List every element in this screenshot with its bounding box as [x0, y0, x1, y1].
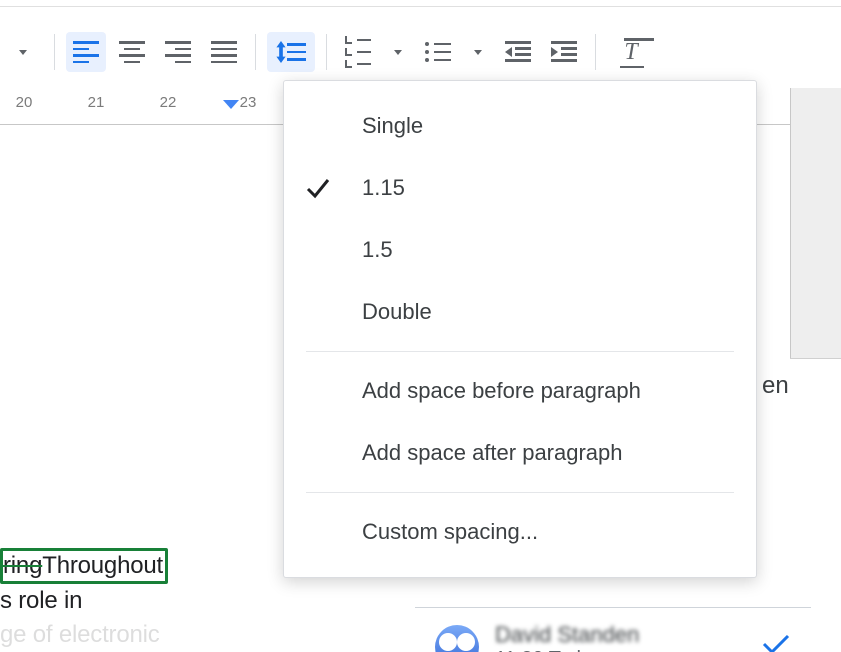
avatar [435, 625, 479, 652]
line-spacing-button[interactable] [267, 32, 315, 72]
page-gutter [790, 88, 841, 359]
align-justify-button[interactable] [204, 32, 244, 72]
decrease-indent-icon [505, 41, 531, 63]
chevron-down-icon [474, 50, 482, 55]
menu-item-1-15[interactable]: 1.15 [284, 157, 756, 219]
align-right-button[interactable] [158, 32, 198, 72]
clear-formatting-icon: T [624, 39, 637, 66]
cropped-text: en [762, 372, 789, 400]
comment-thread[interactable]: David Standen 11:39 Today [415, 607, 811, 652]
suggestion-highlight[interactable]: ringThroughout [0, 548, 168, 584]
separator [595, 34, 596, 70]
ruler-tick: 22 [160, 94, 177, 111]
numbered-list-icon [345, 36, 371, 68]
align-right-icon [165, 41, 191, 63]
toolbar: T [0, 26, 658, 78]
line-spacing-icon [276, 41, 306, 63]
comment-author: David Standen [495, 622, 639, 648]
align-left-button[interactable] [66, 32, 106, 72]
bulleted-list-dropdown[interactable] [464, 32, 492, 72]
clear-formatting-button[interactable]: T [607, 32, 655, 72]
decrease-indent-button[interactable] [498, 32, 538, 72]
doc-text-fragment: ge of electronic [0, 621, 160, 648]
comment-time: 11:39 Today [495, 648, 639, 652]
menu-item-custom-spacing[interactable]: Custom spacing... [284, 501, 756, 563]
toolbar-divider [0, 6, 841, 7]
bulleted-list-icon [425, 42, 451, 62]
doc-text-fragment: s role in [0, 587, 82, 614]
separator [54, 34, 55, 70]
menu-item-add-space-before[interactable]: Add space before paragraph [284, 360, 756, 422]
increase-indent-icon [551, 41, 577, 63]
line-spacing-menu: Single 1.15 1.5 Double Add space before … [283, 80, 757, 578]
ruler-tick: 20 [16, 94, 33, 111]
align-center-button[interactable] [112, 32, 152, 72]
bulleted-list-button[interactable] [418, 32, 458, 72]
menu-separator [306, 351, 734, 352]
align-center-icon [119, 41, 145, 63]
menu-item-single[interactable]: Single [284, 95, 756, 157]
check-icon [304, 174, 332, 202]
resolve-button[interactable] [761, 634, 791, 652]
align-justify-icon [211, 41, 237, 63]
chevron-down-icon [394, 50, 402, 55]
menu-item-1-5[interactable]: 1.5 [284, 219, 756, 281]
menu-separator [306, 492, 734, 493]
menu-item-add-space-after[interactable]: Add space after paragraph [284, 422, 756, 484]
align-left-icon [73, 41, 99, 63]
ruler-tick: 21 [88, 94, 105, 111]
menu-item-double[interactable]: Double [284, 281, 756, 343]
separator [326, 34, 327, 70]
increase-indent-button[interactable] [544, 32, 584, 72]
numbered-list-button[interactable] [338, 32, 378, 72]
right-indent-marker[interactable] [223, 100, 239, 109]
ruler-tick: 23 [240, 94, 257, 111]
separator [255, 34, 256, 70]
numbered-list-dropdown[interactable] [384, 32, 412, 72]
more-toolbar-dropdown[interactable] [3, 32, 43, 72]
document-body[interactable]: ringThroughout s role in ge of electroni… [0, 548, 168, 652]
chevron-down-icon [19, 50, 27, 55]
